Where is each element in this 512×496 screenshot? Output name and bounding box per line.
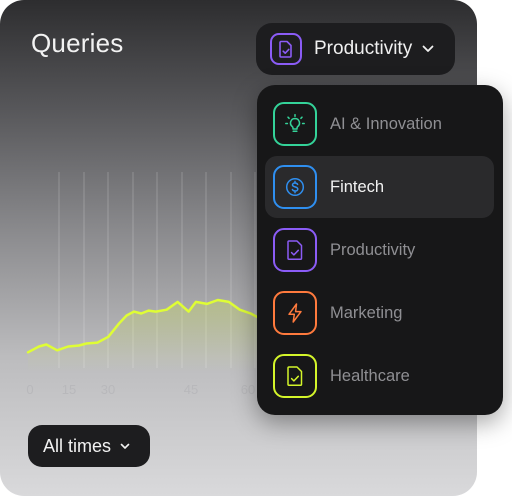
document-check-icon xyxy=(273,354,317,398)
category-select-button[interactable]: Productivity xyxy=(256,23,455,75)
dropdown-item-healthcare[interactable]: Healthcare xyxy=(265,345,494,407)
x-tick-label: 0 xyxy=(26,382,34,397)
category-dropdown-menu: AI & Innovation Fintech Productivity Mar… xyxy=(257,85,503,415)
dropdown-item-fintech[interactable]: Fintech xyxy=(265,156,494,218)
dropdown-item-ai-innovation[interactable]: AI & Innovation xyxy=(265,93,494,155)
dropdown-item-label: Productivity xyxy=(330,240,416,259)
x-tick-label: 30 xyxy=(100,382,116,397)
lightning-icon xyxy=(273,291,317,335)
dropdown-item-marketing[interactable]: Marketing xyxy=(265,282,494,344)
time-range-select-button[interactable]: All times xyxy=(28,425,150,467)
lightbulb-icon xyxy=(273,102,317,146)
document-check-icon xyxy=(273,228,317,272)
dollar-coin-icon xyxy=(273,165,317,209)
dropdown-item-label: AI & Innovation xyxy=(330,114,442,133)
time-range-label: All times xyxy=(43,435,112,456)
chart-area-fill xyxy=(28,300,258,372)
x-tick-label: 45 xyxy=(183,382,199,397)
chevron-down-icon xyxy=(422,45,434,53)
chevron-down-icon xyxy=(120,443,130,450)
dropdown-item-label: Fintech xyxy=(330,177,385,196)
x-tick-label: 15 xyxy=(61,382,77,397)
document-check-icon xyxy=(270,33,302,65)
category-select-label: Productivity xyxy=(314,38,413,59)
x-tick-label: 60 xyxy=(240,382,256,397)
dropdown-item-label: Marketing xyxy=(330,303,403,322)
dropdown-item-label: Healthcare xyxy=(330,366,410,385)
dropdown-item-productivity[interactable]: Productivity xyxy=(265,219,494,281)
